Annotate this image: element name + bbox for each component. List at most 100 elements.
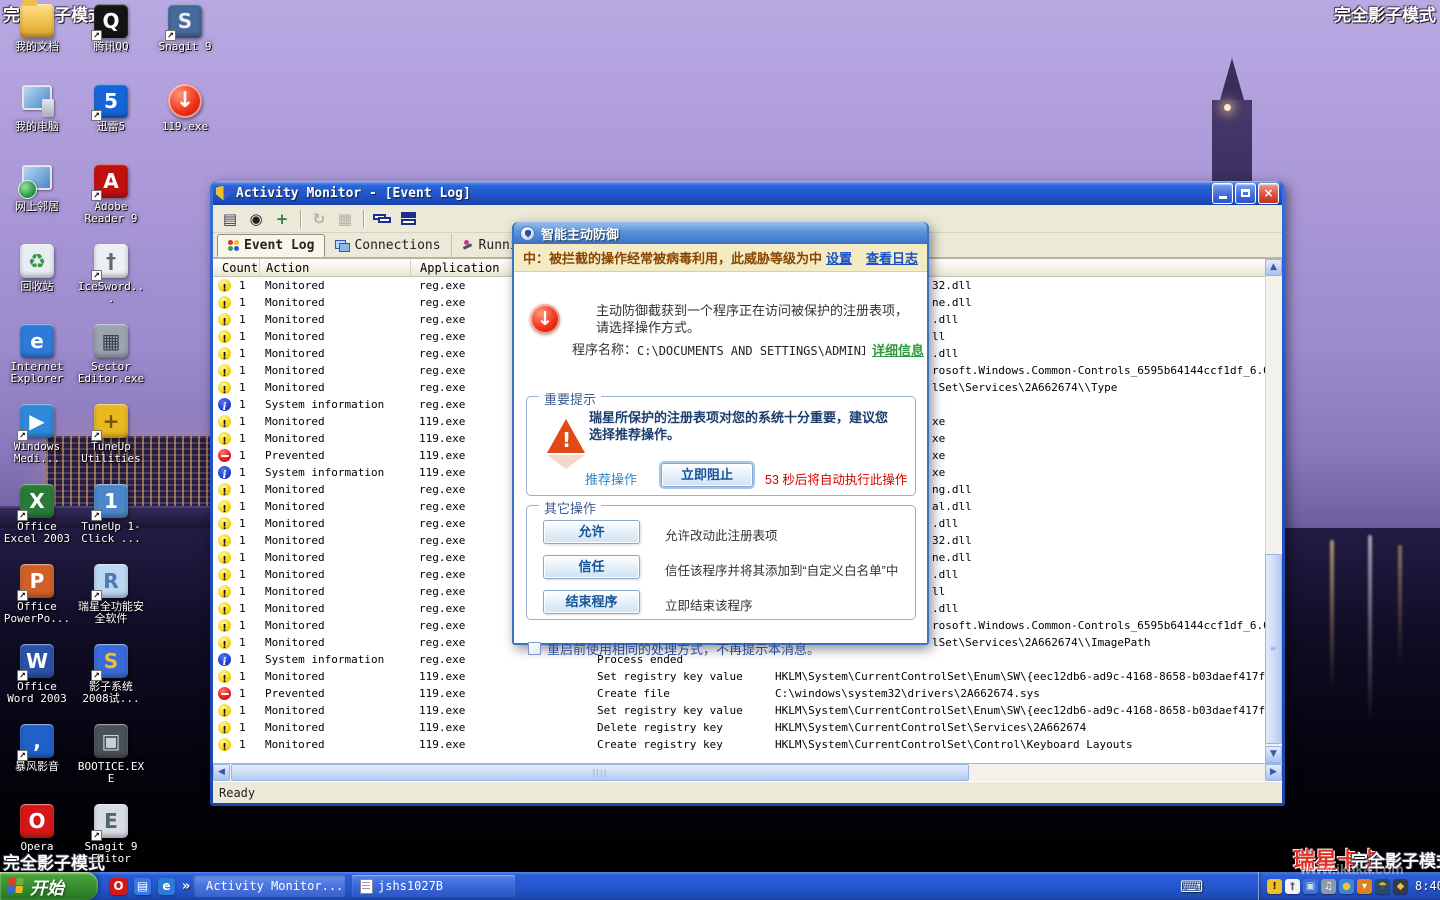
column-header-action[interactable]: Action: [260, 259, 411, 276]
desktop-icon-12[interactable]: ▶↗Windows Medi...: [1, 404, 73, 465]
event-row-26[interactable]: 1Monitored119.exeDelete registry keyHKLM…: [213, 719, 1264, 736]
desktop-icon-18[interactable]: W↗Office Word 2003: [1, 644, 73, 705]
shadow-mode-watermark: 完全影子模式: [1334, 1, 1436, 26]
warning-icon: [218, 364, 231, 377]
network-tray-icon[interactable]: ▣: [1303, 879, 1318, 894]
desktop-icon-14[interactable]: X↗Office Excel 2003: [1, 484, 73, 545]
tab-connections[interactable]: Connections: [325, 234, 451, 257]
desktop-icon-11[interactable]: ▦Sector Editor.exe: [75, 324, 147, 385]
desktop-icon-13[interactable]: +↗TuneUp Utilities: [75, 404, 147, 465]
cell-app: reg.exe: [419, 311, 465, 328]
scroll-right-button[interactable]: ▶: [1265, 764, 1282, 781]
icesword-tray-icon[interactable]: †: [1285, 879, 1300, 894]
shortcut-arrow-badge: ↗: [17, 750, 28, 761]
desktop-icon-label: Sector Editor.exe: [75, 361, 147, 385]
desktop-icon-9[interactable]: †↗IceSword...: [75, 244, 147, 305]
cell-event: Set registry key value: [597, 668, 743, 685]
vertical-scroll-thumb[interactable]: ≡: [1265, 554, 1282, 744]
kill-process-button[interactable]: 结束程序: [543, 590, 640, 614]
desktop-icon-3[interactable]: 我的电脑: [1, 84, 73, 133]
minimize-button[interactable]: [1212, 183, 1233, 204]
settings-link[interactable]: 设置: [826, 248, 852, 267]
ie-quicklaunch-icon[interactable]: e: [158, 878, 175, 895]
quick-launch-expand-chevron[interactable]: »: [182, 879, 190, 894]
desktop-icon-23[interactable]: E↗Snagit 9 Editor: [75, 804, 147, 865]
desktop-icon-16[interactable]: P↗Office PowerPo...: [1, 564, 73, 625]
cell-count: 1: [239, 515, 246, 532]
event-row-23[interactable]: 1Monitored119.exeSet registry key valueH…: [213, 668, 1264, 685]
desktop-icon-4[interactable]: 5↗迅雷5: [75, 84, 147, 133]
find-button[interactable]: ◉: [245, 208, 267, 230]
desktop-icon-8[interactable]: ♻回收站: [1, 244, 73, 293]
desktop-icon-17[interactable]: R↗瑞星全功能安全软件: [75, 564, 147, 625]
warning-icon: [218, 721, 231, 734]
remember-choice-checkbox[interactable]: [528, 642, 541, 655]
event-row-25[interactable]: 1Monitored119.exeSet registry key valueH…: [213, 702, 1264, 719]
allow-button[interactable]: 允许: [543, 520, 640, 544]
water-light-streak: [1330, 540, 1334, 690]
tab-event-log[interactable]: Event Log: [217, 234, 325, 257]
important-tip-group: 重要提示 瑞星所保护的注册表项对您的系统十分重要，建议您选择推荐操作。 推荐操作…: [526, 396, 916, 496]
desktop-icon-label: 119.exe: [149, 121, 221, 133]
block-now-button[interactable]: 立即阻止: [661, 463, 753, 487]
maximize-button[interactable]: [1235, 183, 1256, 204]
opera-quicklaunch-icon[interactable]: O: [110, 878, 127, 895]
taskbar-button-activity-monitor[interactable]: Activity Monitor...: [193, 875, 345, 897]
desktop-icon-2[interactable]: S↗Snagit 9: [149, 4, 221, 53]
close-button[interactable]: ×: [1258, 183, 1279, 204]
desktop-icon-label: 迅雷5: [75, 121, 147, 133]
inject-button[interactable]: +: [271, 208, 293, 230]
horizontal-scrollbar[interactable]: ◀ |||| ▶: [213, 764, 1282, 781]
desktop-icon-22[interactable]: OOpera: [1, 804, 73, 853]
desktop-icon-15[interactable]: 1↗TuneUp 1-Click ...: [75, 484, 147, 545]
cell-detail-tail: 32.dll: [932, 277, 972, 294]
desktop-icon-label: TuneUp 1-Click ...: [75, 521, 147, 545]
scroll-left-button[interactable]: ◀: [213, 764, 230, 781]
scroll-up-button[interactable]: ▲: [1265, 259, 1282, 276]
event-log-dots-icon: [228, 240, 239, 251]
split-view-button[interactable]: [397, 208, 419, 230]
input-method-keyboard-icon[interactable]: ⌨: [1180, 872, 1203, 900]
desktop-icon-10[interactable]: eInternet Explorer: [1, 324, 73, 385]
desktop-icon-21[interactable]: ▣BOOTICE.EXE: [75, 724, 147, 785]
rising-umbrella-icon[interactable]: ☂: [1375, 879, 1390, 894]
lock-tray-icon[interactable]: ●: [1339, 879, 1354, 894]
desktop-icon-1[interactable]: Q↗腾讯QQ: [75, 4, 147, 53]
dialog-titlebar[interactable]: 智能主动防御: [514, 222, 927, 244]
event-row-27[interactable]: 1Monitored119.exeCreate registry keyHKLM…: [213, 736, 1264, 753]
cell-app: 119.exe: [419, 736, 465, 753]
desktop-icon-5[interactable]: ↓119.exe: [149, 84, 221, 133]
trust-button[interactable]: 信任: [543, 555, 640, 579]
desktop-icon-19[interactable]: S↗影子系统 2008试...: [75, 644, 147, 705]
desktop-icon-20[interactable]: ,↗暴风影音: [1, 724, 73, 773]
security-alert-icon[interactable]: !: [1267, 879, 1282, 894]
properties-button[interactable]: ▤: [219, 208, 241, 230]
cascade-windows-button[interactable]: [371, 208, 393, 230]
taskbar-button-jshs1027b[interactable]: jshs1027B: [352, 875, 515, 897]
cell-count: 1: [239, 379, 246, 396]
update-tray-icon[interactable]: ▾: [1357, 879, 1372, 894]
cell-count: 1: [239, 583, 246, 600]
cell-count: 1: [239, 702, 246, 719]
desktop-icon-0[interactable]: 我的文档: [1, 4, 73, 53]
cell-app: reg.exe: [419, 481, 465, 498]
view-log-link[interactable]: 查看日志: [866, 248, 918, 267]
window-titlebar[interactable]: Activity Monitor - [Event Log] ×: [213, 181, 1282, 205]
cell-count: 1: [239, 600, 246, 617]
column-header-count[interactable]: Count: [213, 259, 260, 276]
detail-info-link[interactable]: 详细信息: [869, 340, 924, 359]
firewall-tray-icon[interactable]: ◆: [1393, 879, 1408, 894]
volume-icon[interactable]: ♫: [1321, 879, 1336, 894]
event-row-24[interactable]: 1Prevented119.exeCreate fileC:\windows\s…: [213, 685, 1264, 702]
vertical-scrollbar[interactable]: ▲ ≡ ▼: [1265, 259, 1282, 763]
start-button[interactable]: 开始: [0, 872, 98, 900]
cell-detail-tail: al.dll: [932, 498, 972, 515]
cell-count: 1: [239, 294, 246, 311]
desktop-icon-7[interactable]: A↗Adobe Reader 9: [75, 164, 147, 225]
horizontal-scroll-thumb[interactable]: ||||: [231, 764, 969, 781]
cell-count: 1: [239, 413, 246, 430]
show-desktop-icon[interactable]: ▤: [134, 878, 151, 895]
desktop-icon-6[interactable]: 网上邻居: [1, 164, 73, 213]
scroll-down-button[interactable]: ▼: [1265, 746, 1282, 763]
cell-action: Monitored: [265, 277, 325, 294]
